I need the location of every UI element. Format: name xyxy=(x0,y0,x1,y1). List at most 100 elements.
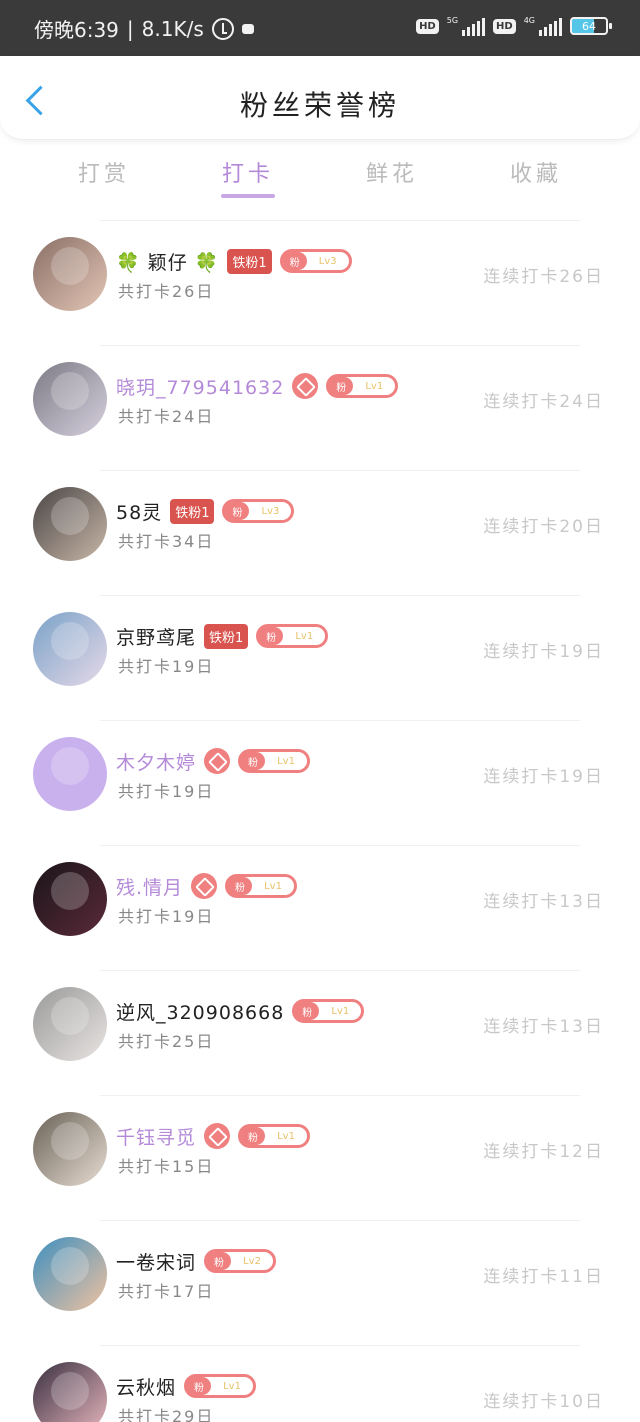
streak-checkin: 连续打卡12日 xyxy=(483,1142,604,1162)
fan-tag: 粉 xyxy=(225,502,250,520)
fan-level: Lv1 xyxy=(277,755,295,767)
network-type: 5G xyxy=(446,16,459,25)
status-right: HD 5G HD 4G 64 xyxy=(416,16,612,36)
clock: 傍晚6:39 xyxy=(34,18,119,42)
list-item[interactable]: 云秋烟粉 Lv1 共打卡29日 连续打卡10日 xyxy=(0,1345,640,1422)
name-line: 逆风_320908668 粉 Lv1 xyxy=(116,996,365,1026)
fan-level-badge: 粉 Lv1 xyxy=(238,1124,311,1148)
name-line: 木夕木婷 粉 Lv1 xyxy=(116,746,311,776)
user-name[interactable]: 木夕木婷 xyxy=(116,748,196,775)
name-line: 千钰寻觅 粉 Lv1 xyxy=(116,1121,311,1151)
iron-fan-badge: 铁粉1 xyxy=(204,623,249,649)
fan-tag: 粉 xyxy=(329,377,354,395)
streak-checkin: 连续打卡13日 xyxy=(483,1017,604,1037)
tab-indicator xyxy=(221,194,275,198)
network-speed: 8.1K/s xyxy=(141,16,204,41)
total-checkin: 共打卡19日 xyxy=(118,907,215,926)
name-line: 58灵 铁粉1 粉 Lv3 xyxy=(116,496,295,526)
avatar[interactable] xyxy=(33,1112,107,1186)
user-name[interactable]: 逆风_320908668 xyxy=(116,998,284,1025)
diamond-icon xyxy=(204,748,231,774)
signal-icon xyxy=(539,16,562,36)
list-item[interactable]: 58灵 铁粉1 粉 Lv3 共打卡34日 连续打卡20日 xyxy=(0,470,640,595)
fan-level: Lv3 xyxy=(261,505,280,517)
total-checkin: 共打卡15日 xyxy=(118,1157,215,1176)
fan-level: Lv1 xyxy=(264,880,282,892)
total-checkin: 共打卡26日 xyxy=(118,282,215,301)
fan-level: Lv1 xyxy=(277,1130,295,1142)
alarm-icon xyxy=(211,17,234,40)
hd-badge: HD xyxy=(493,18,516,34)
list-item[interactable]: 千钰寻觅 粉 Lv1 共打卡15日 连续打卡12日 xyxy=(0,1095,640,1220)
fan-level-badge: 粉 Lv3 xyxy=(279,249,352,273)
fan-tag: 粉 xyxy=(228,877,253,895)
avatar[interactable] xyxy=(33,987,107,1061)
user-name[interactable]: 云秋烟 xyxy=(116,1373,176,1400)
list-item[interactable]: 一卷宋词粉 Lv2 共打卡17日 连续打卡11日 xyxy=(0,1220,640,1345)
fan-level: Lv2 xyxy=(243,1255,261,1267)
tab-tips[interactable]: 打赏 xyxy=(54,156,154,188)
list-item[interactable]: 京野鸢尾 铁粉1 粉 Lv1 共打卡19日 连续打卡19日 xyxy=(0,595,640,720)
diamond-icon xyxy=(292,373,319,399)
fan-level-badge: 粉 Lv1 xyxy=(256,624,329,648)
fan-tag: 粉 xyxy=(259,627,284,645)
avatar[interactable] xyxy=(33,487,107,561)
avatar[interactable] xyxy=(33,1362,107,1422)
avatar[interactable] xyxy=(33,862,107,936)
fan-level-badge: 粉 Lv1 xyxy=(225,874,298,898)
streak-checkin: 连续打卡26日 xyxy=(483,267,604,287)
name-line: 残.情月 粉 Lv1 xyxy=(116,871,298,901)
fan-level-badge: 粉 Lv1 xyxy=(238,749,311,773)
fan-tag: 粉 xyxy=(282,252,307,270)
status-left: 傍晚6:39 | 8.1K/s xyxy=(34,14,254,43)
user-name[interactable]: 晓玥_779541632 xyxy=(116,373,284,400)
user-name[interactable]: 一卷宋词 xyxy=(116,1248,196,1275)
user-name[interactable]: 58灵 xyxy=(116,498,162,525)
diamond-icon xyxy=(204,1123,231,1149)
user-name[interactable]: 残.情月 xyxy=(116,873,183,900)
avatar[interactable] xyxy=(33,1237,107,1311)
tab-checkin[interactable]: 打卡 xyxy=(198,156,298,188)
streak-checkin: 连续打卡10日 xyxy=(483,1392,604,1412)
separator: | xyxy=(126,16,134,41)
app-notification-icon xyxy=(241,23,254,34)
signal-icon xyxy=(462,16,486,36)
network-type: 4G xyxy=(523,16,535,25)
streak-checkin: 连续打卡19日 xyxy=(483,642,604,662)
user-name[interactable]: 千钰寻觅 xyxy=(116,1123,196,1150)
fan-tag: 粉 xyxy=(187,1377,212,1395)
total-checkin: 共打卡24日 xyxy=(118,407,215,426)
avatar[interactable] xyxy=(33,237,107,311)
list-item[interactable]: 木夕木婷 粉 Lv1 共打卡19日 连续打卡19日 xyxy=(0,720,640,845)
avatar[interactable] xyxy=(33,737,107,811)
streak-checkin: 连续打卡24日 xyxy=(483,392,604,412)
fan-tag: 粉 xyxy=(207,1252,232,1270)
fan-level: Lv1 xyxy=(295,630,314,642)
total-checkin: 共打卡34日 xyxy=(118,532,215,551)
fan-tag: 粉 xyxy=(295,1002,320,1020)
battery-icon: 64 xyxy=(570,17,612,35)
fan-level-badge: 粉 Lv2 xyxy=(204,1249,277,1273)
tab-flowers[interactable]: 鲜花 xyxy=(342,156,442,188)
status-bar: 傍晚6:39 | 8.1K/s HD 5G HD 4G 64 xyxy=(0,0,640,56)
name-line: 云秋烟粉 Lv1 xyxy=(116,1371,257,1401)
fan-level: Lv3 xyxy=(318,255,337,267)
streak-checkin: 连续打卡13日 xyxy=(483,892,604,912)
fan-level: Lv1 xyxy=(331,1005,350,1017)
list-item[interactable]: 晓玥_779541632 粉 Lv1 共打卡24日 连续打卡24日 xyxy=(0,345,640,470)
avatar[interactable] xyxy=(33,612,107,686)
avatar[interactable] xyxy=(33,362,107,436)
user-name[interactable]: 京野鸢尾 xyxy=(116,623,196,650)
list-item[interactable]: 逆风_320908668 粉 Lv1 共打卡25日 连续打卡13日 xyxy=(0,970,640,1095)
name-line: 一卷宋词粉 Lv2 xyxy=(116,1246,277,1276)
iron-fan-badge: 铁粉1 xyxy=(170,498,215,524)
tab-favorites[interactable]: 收藏 xyxy=(486,156,586,188)
user-name[interactable]: 🍀 颖仔 🍀 xyxy=(116,248,219,275)
header: 粉丝荣誉榜 xyxy=(0,56,640,140)
list-item[interactable]: 🍀 颖仔 🍀 铁粉1 粉 Lv3 共打卡26日 连续打卡26日 xyxy=(0,220,640,345)
fan-level-badge: 粉 Lv1 xyxy=(292,999,365,1023)
total-checkin: 共打卡19日 xyxy=(118,782,215,801)
total-checkin: 共打卡29日 xyxy=(118,1407,215,1422)
list-item[interactable]: 残.情月 粉 Lv1 共打卡19日 连续打卡13日 xyxy=(0,845,640,970)
total-checkin: 共打卡25日 xyxy=(118,1032,215,1051)
